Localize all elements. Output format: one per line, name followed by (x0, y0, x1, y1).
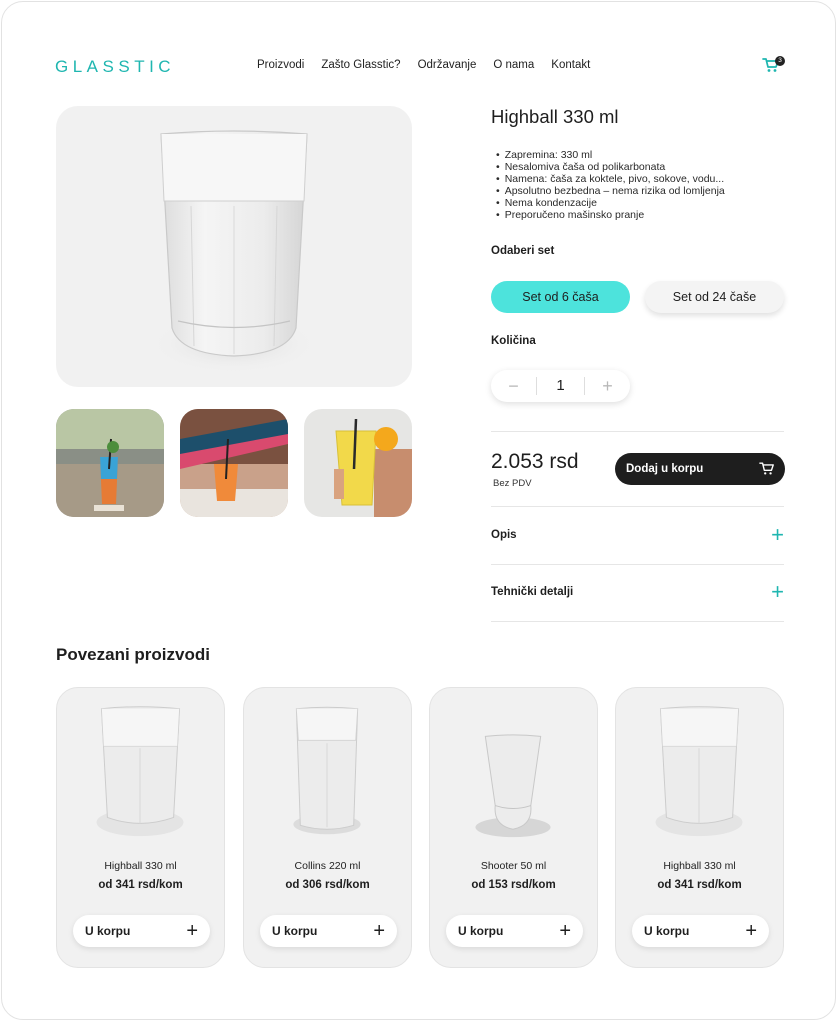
shooter-glass-image (475, 734, 551, 838)
thumbnail-cocktail-yellow[interactable] (304, 409, 412, 517)
cart-count-badge: 3 (775, 56, 785, 66)
cocktail-photo (304, 409, 412, 517)
highball-glass-image (655, 706, 743, 837)
main-nav: Proizvodi Zašto Glasstic? Održavanje O n… (257, 59, 607, 71)
cocktail-photo (56, 409, 164, 517)
related-product-price: od 153 rsd/kom (471, 879, 556, 891)
plus-icon: + (771, 579, 784, 604)
price-note: Bez PDV (493, 478, 532, 489)
page: GLASSTIC Proizvodi Zašto Glasstic? Održa… (1, 1, 836, 1020)
related-products-title: Povezani proizvodi (56, 645, 210, 664)
divider (491, 506, 784, 507)
divider (491, 431, 784, 432)
set-24-button[interactable]: Set od 24 čaše (645, 281, 784, 313)
related-product-card[interactable]: Collins 220 ml od 306 rsd/kom U korpu + (243, 687, 412, 968)
related-product-card[interactable]: Shooter 50 ml od 153 rsd/kom U korpu + (429, 687, 598, 968)
plus-icon: + (771, 522, 784, 547)
product-price: 2.053 rsd (491, 450, 579, 473)
set-label: Odaberi set (491, 245, 555, 257)
header-cart-button[interactable]: 3 (762, 56, 788, 77)
logo[interactable]: GLASSTIC (55, 57, 175, 77)
add-to-cart-button[interactable]: Dodaj u korpu (615, 453, 785, 485)
nav-zasto-glasstic[interactable]: Zašto Glasstic? (321, 59, 400, 71)
feature-item: Nesalomiva čaša od polikarbonata (496, 161, 725, 173)
related-product-name: Highball 330 ml (663, 860, 736, 872)
related-product-name: Shooter 50 ml (480, 860, 547, 872)
quantity-value[interactable]: 1 (536, 377, 585, 395)
plus-icon: + (373, 920, 385, 942)
add-to-cart-label: Dodaj u korpu (626, 463, 704, 475)
thumbnail-cocktail-orange[interactable] (180, 409, 288, 517)
cocktail-photo (180, 409, 288, 517)
add-to-cart-button[interactable]: U korpu + (632, 915, 769, 947)
feature-item: Preporučeno mašinsko pranje (496, 209, 725, 221)
feature-item: Namena: čaša za koktele, pivo, sokove, v… (496, 173, 725, 185)
accordion-title: Opis (491, 529, 517, 541)
related-product-name: Collins 220 ml (294, 860, 361, 872)
quantity-increase-button[interactable]: + (585, 376, 630, 397)
feature-item: Apsolutno bezbedna – nema rizika od loml… (496, 185, 725, 197)
quantity-decrease-button[interactable]: − (491, 376, 536, 397)
highball-glass-image (149, 130, 319, 374)
divider (491, 621, 784, 622)
plus-icon: + (602, 375, 613, 396)
thumbnail-cocktail-blue[interactable] (56, 409, 164, 517)
add-to-cart-label: U korpu (272, 924, 318, 938)
nav-kontakt[interactable]: Kontakt (551, 59, 590, 71)
accordion-tehnicki-detalji[interactable]: Tehnički detalji + (491, 581, 784, 603)
add-to-cart-button[interactable]: U korpu + (446, 915, 583, 947)
related-product-price: od 306 rsd/kom (285, 879, 370, 891)
highball-glass-image (96, 706, 184, 837)
add-to-cart-label: U korpu (458, 924, 504, 938)
feature-list: Zapremina: 330 ml Nesalomiva čaša od pol… (496, 149, 725, 222)
related-product-card[interactable]: Highball 330 ml od 341 rsd/kom U korpu + (56, 687, 225, 968)
add-to-cart-label: U korpu (85, 924, 131, 938)
related-product-price: od 341 rsd/kom (98, 879, 183, 891)
related-product-name: Highball 330 ml (104, 860, 177, 872)
nav-proizvodi[interactable]: Proizvodi (257, 59, 304, 71)
feature-item: Nema kondenzacije (496, 197, 725, 209)
quantity-stepper: − 1 + (491, 370, 630, 402)
nav-odrzavanje[interactable]: Održavanje (418, 59, 477, 71)
product-title: Highball 330 ml (491, 106, 619, 127)
accordion-title: Tehnički detalji (491, 586, 574, 598)
add-to-cart-button[interactable]: U korpu + (73, 915, 210, 947)
minus-icon: − (508, 375, 519, 396)
feature-item: Zapremina: 330 ml (496, 149, 725, 161)
quantity-label: Količina (491, 335, 536, 347)
plus-icon: + (559, 920, 571, 942)
set-6-button[interactable]: Set od 6 čaša (491, 281, 630, 313)
add-to-cart-button[interactable]: U korpu + (260, 915, 397, 947)
related-product-price: od 341 rsd/kom (657, 879, 742, 891)
plus-icon: + (745, 920, 757, 942)
collins-glass-image (293, 706, 361, 835)
plus-icon: + (186, 920, 198, 942)
related-product-card[interactable]: Highball 330 ml od 341 rsd/kom U korpu + (615, 687, 784, 968)
cart-icon (759, 462, 774, 475)
add-to-cart-label: U korpu (644, 924, 690, 938)
accordion-opis[interactable]: Opis + (491, 524, 784, 546)
divider (491, 564, 784, 565)
main-product-image[interactable] (56, 106, 412, 387)
nav-o-nama[interactable]: O nama (493, 59, 534, 71)
